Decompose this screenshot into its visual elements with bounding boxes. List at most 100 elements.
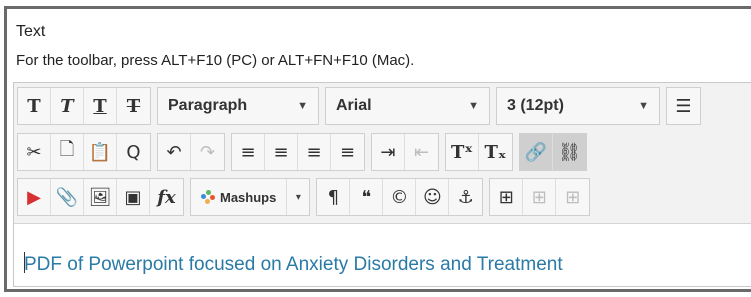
bullet-list-button[interactable]: ☰ (667, 88, 700, 124)
find-button[interactable]: Q (117, 134, 150, 170)
insert-media-group: ▶ 📎 🖼 ▣ fx (17, 178, 184, 216)
mashups-dropdown-toggle[interactable]: ▾ (287, 179, 309, 215)
chevron-down-icon: ▼ (297, 100, 308, 112)
align-left-icon: ≡ (240, 141, 256, 163)
chevron-down-icon: ▼ (468, 100, 479, 112)
font-size-select[interactable]: 3 (12pt) ▼ (496, 87, 660, 125)
outdent-icon: ⇤ (413, 141, 430, 163)
unlink-button[interactable]: ⛓ (553, 134, 586, 170)
table-group: ⊞ ⊞ ⊞ (489, 178, 591, 216)
text-style-group: T T T T (17, 87, 151, 125)
editor-content-text: PDF of Powerpoint focused on Anxiety Dis… (24, 254, 563, 275)
justify-button[interactable]: ≡ (331, 134, 364, 170)
alignment-group: ≡ ≡ ≡ ≡ (231, 133, 365, 171)
editor-content[interactable]: PDF of Powerpoint focused on Anxiety Dis… (24, 252, 563, 276)
unlink-icon: ⛓ (558, 141, 581, 163)
show-blocks-button[interactable]: ¶ (317, 179, 351, 215)
field-label: Text (16, 23, 46, 40)
toolbar-row-formatting: T T T T Paragraph ▼ Arial ▼ 3 (12pt) ▼ ☰ (17, 86, 707, 126)
subscript-button[interactable]: Tₓ (479, 134, 512, 170)
youtube-button[interactable]: ▶ (18, 179, 51, 215)
mashups-menu[interactable]: Mashups ▾ (190, 178, 311, 216)
emoticon-button[interactable]: ☺ (416, 179, 450, 215)
insert-special-group: ¶ ❝ © ☺ ⚓ (316, 178, 484, 216)
italic-icon: T (60, 95, 74, 117)
copy-icon: 🗋 (59, 139, 75, 160)
media-icon: ▣ (124, 186, 142, 208)
copy-button[interactable]: 🗋 (51, 134, 84, 170)
paragraph-format-value: Paragraph (168, 97, 248, 114)
math-editor-button[interactable]: fx (150, 179, 183, 215)
superscript-icon: Tˣ (451, 141, 473, 163)
undo-icon: ↶ (166, 141, 182, 163)
table-properties-icon: ⊞ (531, 186, 547, 208)
font-family-select[interactable]: Arial ▼ (325, 87, 490, 125)
pilcrow-icon: ¶ (327, 186, 340, 208)
link-group: 🔗 ⛓ (519, 133, 587, 171)
indent-group: ⇥ ⇤ (371, 133, 439, 171)
justify-icon: ≡ (339, 141, 356, 163)
quote-icon: ❝ (361, 186, 372, 208)
table-cell-icon: ⊞ (565, 186, 581, 208)
clipboard-icon: 📋 (88, 141, 112, 163)
strikethrough-button[interactable]: T (117, 88, 150, 124)
align-right-button[interactable]: ≡ (298, 134, 331, 170)
paste-button[interactable]: 📋 (84, 134, 117, 170)
mashups-icon (201, 190, 215, 204)
bold-button[interactable]: T (18, 88, 51, 124)
paragraph-format-select[interactable]: Paragraph ▼ (157, 87, 319, 125)
outdent-button[interactable]: ⇤ (405, 134, 438, 170)
toolbar-row-editing: ✂ 🗋 📋 Q ↶ ↷ ≡ ≡ ≡ ≡ ⇥ ⇤ Tˣ Tₓ 🔗 ⛓ (17, 132, 593, 172)
insert-media-button[interactable]: ▣ (117, 179, 150, 215)
list-group: ☰ (666, 87, 701, 125)
bold-icon: T (27, 95, 41, 117)
redo-button[interactable]: ↷ (191, 134, 224, 170)
youtube-icon: ▶ (27, 186, 41, 208)
table-cell-button[interactable]: ⊞ (556, 179, 589, 215)
mashups-label: Mashups (220, 189, 277, 205)
anchor-icon: ⚓ (457, 186, 474, 208)
align-left-button[interactable]: ≡ (232, 134, 265, 170)
bullet-list-icon: ☰ (675, 95, 692, 117)
align-right-icon: ≡ (306, 141, 322, 163)
superscript-button[interactable]: Tˣ (446, 134, 479, 170)
link-icon: 🔗 (524, 141, 548, 163)
history-group: ↶ ↷ (157, 133, 225, 171)
font-family-value: Arial (336, 97, 372, 114)
table-properties-button[interactable]: ⊞ (523, 179, 557, 215)
cut-button[interactable]: ✂ (18, 134, 51, 170)
clipboard-group: ✂ 🗋 📋 Q (17, 133, 151, 171)
blockquote-button[interactable]: ❝ (350, 179, 384, 215)
subscript-icon: Tₓ (484, 141, 507, 163)
toolbar-row-insert: ▶ 📎 🖼 ▣ fx Mashups ▾ ¶ ❝ © ☺ ⚓ ⊞ ⊞ ⊞ (17, 177, 596, 217)
math-icon: fx (157, 186, 176, 208)
undo-button[interactable]: ↶ (158, 134, 191, 170)
font-size-value: 3 (12pt) (507, 97, 564, 114)
chevron-down-icon: ▾ (295, 191, 301, 203)
copyright-icon: © (390, 186, 409, 208)
indent-icon: ⇥ (380, 141, 396, 163)
insert-link-button[interactable]: 🔗 (520, 134, 553, 170)
anchor-button[interactable]: ⚓ (449, 179, 482, 215)
search-icon: Q (126, 141, 141, 163)
image-icon: 🖼 (88, 186, 112, 208)
rich-text-editor: T T T T Paragraph ▼ Arial ▼ 3 (12pt) ▼ ☰ (13, 82, 751, 287)
special-character-button[interactable]: © (383, 179, 417, 215)
underline-button[interactable]: T (84, 88, 117, 124)
insert-table-button[interactable]: ⊞ (490, 179, 524, 215)
chevron-down-icon: ▼ (638, 100, 649, 112)
redo-icon: ↷ (199, 141, 216, 163)
script-group: Tˣ Tₓ (445, 133, 513, 171)
scissors-icon: ✂ (26, 141, 42, 163)
align-center-button[interactable]: ≡ (265, 134, 298, 170)
italic-button[interactable]: T (51, 88, 84, 124)
indent-button[interactable]: ⇥ (372, 134, 405, 170)
table-icon: ⊞ (498, 186, 514, 208)
mashups-button[interactable]: Mashups (191, 179, 288, 215)
editor-toolbar: T T T T Paragraph ▼ Arial ▼ 3 (12pt) ▼ ☰ (14, 83, 751, 224)
attach-file-button[interactable]: 📎 (51, 179, 84, 215)
align-center-icon: ≡ (273, 141, 289, 163)
smiley-icon: ☺ (422, 186, 442, 208)
insert-image-button[interactable]: 🖼 (84, 179, 117, 215)
paperclip-icon: 📎 (55, 186, 79, 208)
